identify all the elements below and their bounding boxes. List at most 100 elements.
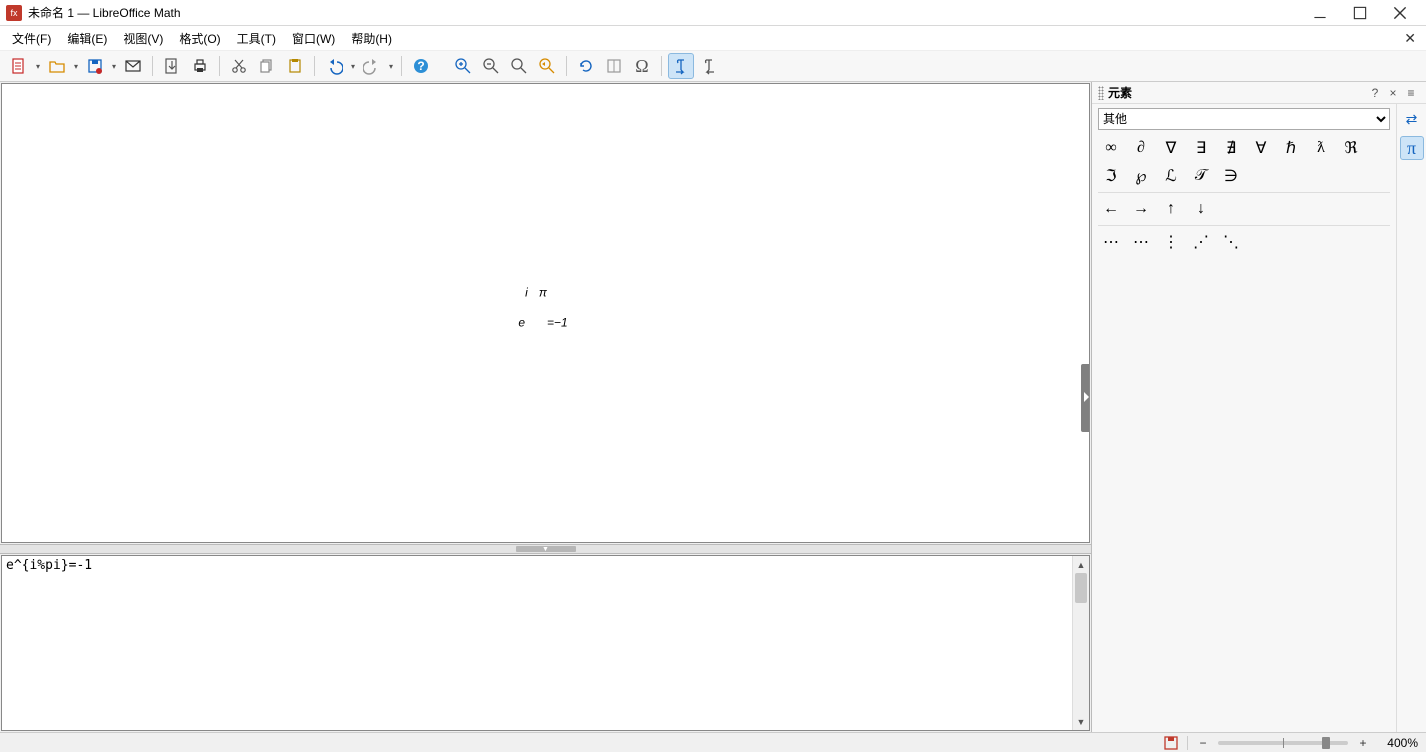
- zoom-slider[interactable]: [1218, 741, 1348, 745]
- menu-view[interactable]: 视图(V): [115, 28, 171, 49]
- symbol-7[interactable]: ƛ: [1308, 136, 1334, 160]
- dots-symbol-2[interactable]: ⋮: [1158, 230, 1184, 254]
- menu-tools[interactable]: 工具(T): [229, 28, 284, 49]
- ltr-button[interactable]: [668, 53, 694, 79]
- symbol-2[interactable]: ∇: [1158, 136, 1184, 160]
- menu-help[interactable]: 帮助(H): [343, 28, 400, 49]
- save-dropdown[interactable]: ▾: [110, 62, 118, 71]
- zoom-fit-button[interactable]: [534, 53, 560, 79]
- email-button[interactable]: [120, 53, 146, 79]
- symbol-0[interactable]: ℑ: [1098, 164, 1124, 188]
- symbol-0[interactable]: ∞: [1098, 136, 1124, 160]
- horizontal-splitter[interactable]: ▼: [0, 544, 1091, 554]
- open-dropdown[interactable]: ▾: [72, 62, 80, 71]
- arrow-symbol-2[interactable]: ↑: [1158, 197, 1184, 221]
- zoom-minus-button[interactable]: −: [1196, 736, 1210, 750]
- symbol-2[interactable]: ℒ: [1158, 164, 1184, 188]
- elements-panel: 元素 ? × ≡ 其他 ∞∂∇∃∄∀ℏƛℜ ℑ℘ℒ𝒯∋ ←→↑↓ ⋯⋯⋮⋰⋱: [1092, 82, 1426, 732]
- open-button[interactable]: [44, 53, 70, 79]
- elements-header: 元素 ? × ≡: [1092, 82, 1426, 104]
- elements-help-button[interactable]: ?: [1366, 86, 1384, 100]
- new-button[interactable]: [6, 53, 32, 79]
- close-button[interactable]: [1380, 0, 1420, 26]
- dots-symbol-1[interactable]: ⋯: [1128, 230, 1154, 254]
- command-editor[interactable]: e^{i%pi}=-1: [2, 556, 1072, 730]
- panel-grip-icon[interactable]: [1098, 86, 1104, 100]
- svg-text:?: ?: [417, 59, 424, 73]
- formula-tail: =−1: [547, 316, 568, 330]
- menu-format[interactable]: 格式(O): [171, 28, 228, 49]
- symbol-6[interactable]: ℏ: [1278, 136, 1304, 160]
- undo-button[interactable]: [321, 53, 347, 79]
- formula-base: e: [518, 316, 525, 330]
- elements-close-button[interactable]: ×: [1384, 86, 1402, 100]
- elements-body: 其他 ∞∂∇∃∄∀ℏƛℜ ℑ℘ℒ𝒯∋ ←→↑↓ ⋯⋯⋮⋰⋱ ⇄ π: [1092, 104, 1426, 732]
- toolbar-separator: [219, 56, 220, 76]
- elements-menu-button[interactable]: ≡: [1402, 86, 1420, 100]
- symbol-1[interactable]: ∂: [1128, 136, 1154, 160]
- save-button[interactable]: [82, 53, 108, 79]
- rtl-button[interactable]: [696, 53, 722, 79]
- symbol-4[interactable]: ∋: [1218, 164, 1244, 188]
- symbol-3[interactable]: ∃: [1188, 136, 1214, 160]
- sidebar-settings-button[interactable]: ⇄: [1400, 108, 1424, 132]
- toolbar-separator: [401, 56, 402, 76]
- elements-title: 元素: [1108, 84, 1366, 101]
- dots-symbol-3[interactable]: ⋰: [1188, 230, 1214, 254]
- formula-cursor-button[interactable]: [601, 53, 627, 79]
- toolbar-separator: [314, 56, 315, 76]
- print-button[interactable]: [187, 53, 213, 79]
- panel-collapse-handle[interactable]: [1081, 364, 1090, 432]
- symbol-5[interactable]: ∀: [1248, 136, 1274, 160]
- arrow-symbol-3[interactable]: ↓: [1188, 197, 1214, 221]
- arrow-symbol-0[interactable]: ←: [1098, 197, 1124, 221]
- zoom-plus-button[interactable]: +: [1356, 736, 1370, 750]
- arrow-symbol-1[interactable]: →: [1128, 197, 1154, 221]
- save-status-icon[interactable]: [1163, 735, 1179, 751]
- zoom-100-button[interactable]: [506, 53, 532, 79]
- zoom-slider-thumb[interactable]: [1322, 737, 1330, 749]
- refresh-button[interactable]: [573, 53, 599, 79]
- dots-symbol-0[interactable]: ⋯: [1098, 230, 1124, 254]
- minimize-button[interactable]: [1300, 0, 1340, 26]
- cut-button[interactable]: [226, 53, 252, 79]
- formula-exp-i: i: [525, 285, 528, 299]
- symbol-divider: [1098, 192, 1390, 193]
- zoom-in-button[interactable]: [450, 53, 476, 79]
- menu-file[interactable]: 文件(F): [4, 28, 59, 49]
- menu-window[interactable]: 窗口(W): [284, 28, 343, 49]
- canvas-scroll: [1079, 84, 1089, 542]
- scroll-up-icon[interactable]: ▲: [1073, 556, 1089, 573]
- toolbar-separator: [661, 56, 662, 76]
- scroll-thumb[interactable]: [1075, 573, 1087, 603]
- undo-dropdown[interactable]: ▾: [349, 62, 357, 71]
- statusbar: − + 400%: [0, 732, 1426, 752]
- app-icon: fx: [6, 5, 22, 21]
- zoom-label[interactable]: 400%: [1378, 736, 1418, 750]
- maximize-button[interactable]: [1340, 0, 1380, 26]
- symbol-grid: ∞∂∇∃∄∀ℏƛℜ ℑ℘ℒ𝒯∋ ←→↑↓ ⋯⋯⋮⋰⋱: [1098, 136, 1390, 254]
- symbol-8[interactable]: ℜ: [1338, 136, 1364, 160]
- menu-edit[interactable]: 编辑(E): [59, 28, 115, 49]
- import-formula-button[interactable]: [159, 53, 185, 79]
- copy-button[interactable]: [254, 53, 280, 79]
- dots-symbol-4[interactable]: ⋱: [1218, 230, 1244, 254]
- formula-canvas[interactable]: e i π =−1: [1, 83, 1090, 543]
- symbols-button[interactable]: Ω: [629, 53, 655, 79]
- editor-scrollbar[interactable]: ▲ ▼: [1072, 556, 1089, 730]
- redo-button[interactable]: [359, 53, 385, 79]
- document-close-button[interactable]: ✕: [1404, 30, 1416, 47]
- new-dropdown[interactable]: ▾: [34, 62, 42, 71]
- paste-button[interactable]: [282, 53, 308, 79]
- sidebar-pi-button[interactable]: π: [1400, 136, 1424, 160]
- symbol-4[interactable]: ∄: [1218, 136, 1244, 160]
- symbol-3[interactable]: 𝒯: [1188, 164, 1214, 188]
- formula-exp-pi: π: [539, 285, 547, 299]
- scroll-down-icon[interactable]: ▼: [1073, 713, 1089, 730]
- category-select[interactable]: 其他: [1098, 108, 1390, 130]
- help-button[interactable]: ?: [408, 53, 434, 79]
- symbol-1[interactable]: ℘: [1128, 164, 1154, 188]
- redo-dropdown[interactable]: ▾: [387, 62, 395, 71]
- toolbar: ▾ ▾ ▾ ▾ ▾ ? Ω: [0, 50, 1426, 82]
- zoom-out-button[interactable]: [478, 53, 504, 79]
